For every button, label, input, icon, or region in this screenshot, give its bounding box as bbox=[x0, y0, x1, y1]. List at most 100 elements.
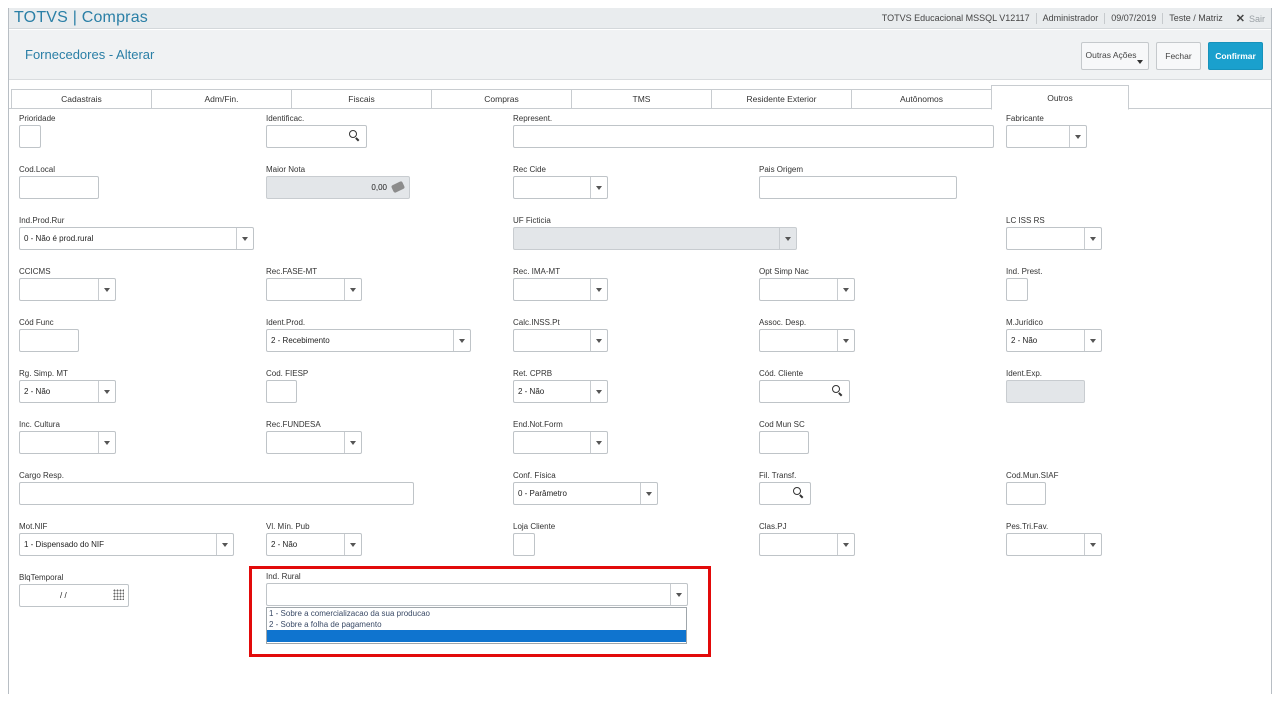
field-label: Cod Mun SC bbox=[759, 420, 805, 429]
chevron-down-icon[interactable] bbox=[590, 279, 607, 300]
fil-transf-input[interactable] bbox=[759, 482, 811, 505]
chevron-down-icon[interactable] bbox=[837, 330, 854, 351]
ccicms-select[interactable] bbox=[19, 278, 116, 301]
opt-simp-nac-select[interactable] bbox=[759, 278, 855, 301]
mot-nif-select[interactable]: 1 - Dispensado do NIF bbox=[19, 533, 234, 556]
field-label: Rec. IMA-MT bbox=[513, 267, 561, 276]
field-label: Calc.INSS.Pt bbox=[513, 318, 560, 327]
close-button[interactable]: Fechar bbox=[1156, 42, 1201, 70]
logout-button[interactable]: ✕ Sair bbox=[1229, 12, 1265, 25]
company-label[interactable]: Teste / Matriz bbox=[1163, 13, 1229, 24]
search-icon[interactable] bbox=[793, 487, 805, 499]
chevron-down-icon[interactable] bbox=[590, 432, 607, 453]
chevron-down-icon[interactable] bbox=[216, 534, 233, 555]
chevron-down-icon[interactable] bbox=[344, 534, 361, 555]
tab-cadastrais[interactable]: Cadastrais bbox=[11, 89, 152, 109]
search-icon[interactable] bbox=[832, 385, 844, 397]
prioridade-input[interactable] bbox=[19, 125, 41, 148]
cod-mun-sc-input[interactable] bbox=[759, 431, 809, 454]
blq-temporal-input[interactable]: / / bbox=[19, 584, 129, 607]
chevron-down-icon[interactable] bbox=[236, 228, 253, 249]
loja-cliente-input[interactable] bbox=[513, 533, 535, 556]
rg-simp-mt-select[interactable]: 2 - Não bbox=[19, 380, 116, 403]
chevron-down-icon[interactable] bbox=[1084, 330, 1101, 351]
field-label: Mot.NIF bbox=[19, 522, 48, 531]
cod-fiesp-input[interactable] bbox=[266, 380, 297, 403]
chevron-down-icon[interactable] bbox=[98, 432, 115, 453]
field-label: Cod.Mun.SIAF bbox=[1006, 471, 1059, 480]
field-label: Loja Cliente bbox=[513, 522, 556, 531]
pes-tri-fav-select[interactable] bbox=[1006, 533, 1102, 556]
tab-compras[interactable]: Compras bbox=[431, 89, 572, 109]
tab-outros[interactable]: Outros bbox=[991, 85, 1129, 110]
tab-bar: Cadastrais Adm/Fin. Fiscais Compras TMS … bbox=[11, 85, 1271, 110]
chevron-down-icon[interactable] bbox=[98, 381, 115, 402]
dropdown-option-selected[interactable] bbox=[267, 630, 686, 642]
chevron-down-icon[interactable] bbox=[837, 534, 854, 555]
fabricante-select[interactable] bbox=[1006, 125, 1087, 148]
field-label: Fabricante bbox=[1006, 114, 1044, 123]
ident-exp-input[interactable] bbox=[1006, 380, 1085, 403]
ret-cprb-select[interactable]: 2 - Não bbox=[513, 380, 608, 403]
confirm-button[interactable]: Confirmar bbox=[1208, 42, 1263, 70]
lc-iss-rs-select[interactable] bbox=[1006, 227, 1102, 250]
chevron-down-icon[interactable] bbox=[453, 330, 470, 351]
tab-adm-fin[interactable]: Adm/Fin. bbox=[151, 89, 292, 109]
cod-func-input[interactable] bbox=[19, 329, 79, 352]
field-label: Cód. Cliente bbox=[759, 369, 804, 378]
assoc-desp-select[interactable] bbox=[759, 329, 855, 352]
clas-pj-select[interactable] bbox=[759, 533, 855, 556]
field-label: Prioridade bbox=[19, 114, 56, 123]
tab-autonomos[interactable]: Autônomos bbox=[851, 89, 992, 109]
ind-prod-rur-select[interactable]: 0 - Não é prod.rural bbox=[19, 227, 254, 250]
chevron-down-icon[interactable] bbox=[590, 330, 607, 351]
uf-ficticia-select[interactable] bbox=[513, 227, 797, 250]
chevron-down-icon[interactable] bbox=[779, 228, 796, 249]
rec-fase-mt-select[interactable] bbox=[266, 278, 362, 301]
eraser-icon[interactable] bbox=[390, 180, 406, 194]
represent-input[interactable] bbox=[513, 125, 994, 148]
field-label: Fil. Transf. bbox=[759, 471, 797, 480]
maior-nota-input[interactable]: 0,00 bbox=[266, 176, 410, 199]
rec-cide-select[interactable] bbox=[513, 176, 608, 199]
ind-rural-select[interactable] bbox=[266, 583, 688, 606]
chevron-down-icon[interactable] bbox=[670, 584, 687, 605]
conf-fisica-select[interactable]: 0 - Parâmetro bbox=[513, 482, 658, 505]
chevron-down-icon[interactable] bbox=[344, 279, 361, 300]
chevron-down-icon[interactable] bbox=[590, 381, 607, 402]
chevron-down-icon[interactable] bbox=[1069, 126, 1086, 147]
cargo-resp-input[interactable] bbox=[19, 482, 414, 505]
tab-tms[interactable]: TMS bbox=[571, 89, 712, 109]
vl-min-pub-select[interactable]: 2 - Não bbox=[266, 533, 362, 556]
other-actions-button[interactable]: Outras Ações bbox=[1081, 42, 1149, 70]
chevron-down-icon[interactable] bbox=[1084, 534, 1101, 555]
pais-origem-input[interactable] bbox=[759, 176, 957, 199]
chevron-down-icon[interactable] bbox=[1084, 228, 1101, 249]
tab-residente-exterior[interactable]: Residente Exterior bbox=[711, 89, 852, 109]
m-juridico-select[interactable]: 2 - Não bbox=[1006, 329, 1102, 352]
page-title: Fornecedores - Alterar bbox=[25, 47, 155, 62]
chevron-down-icon[interactable] bbox=[98, 279, 115, 300]
chevron-down-icon[interactable] bbox=[590, 177, 607, 198]
field-label: LC ISS RS bbox=[1006, 216, 1045, 225]
chevron-down-icon[interactable] bbox=[837, 279, 854, 300]
ind-prest-input[interactable] bbox=[1006, 278, 1028, 301]
field-label: Assoc. Desp. bbox=[759, 318, 807, 327]
calc-inss-pt-select[interactable] bbox=[513, 329, 608, 352]
ident-prod-select[interactable]: 2 - Recebimento bbox=[266, 329, 471, 352]
end-not-form-select[interactable] bbox=[513, 431, 608, 454]
identificac-input[interactable] bbox=[266, 125, 367, 148]
cod-mun-siaf-input[interactable] bbox=[1006, 482, 1046, 505]
inc-cultura-select[interactable] bbox=[19, 431, 116, 454]
chevron-down-icon[interactable] bbox=[640, 483, 657, 504]
dropdown-option[interactable]: 1 - Sobre a comercializacao da sua produ… bbox=[267, 608, 686, 619]
calendar-icon[interactable] bbox=[113, 589, 124, 600]
cod-cliente-input[interactable] bbox=[759, 380, 850, 403]
cod-local-input[interactable] bbox=[19, 176, 99, 199]
rec-fundesa-select[interactable] bbox=[266, 431, 362, 454]
chevron-down-icon[interactable] bbox=[344, 432, 361, 453]
rec-ima-mt-select[interactable] bbox=[513, 278, 608, 301]
tab-fiscais[interactable]: Fiscais bbox=[291, 89, 432, 109]
dropdown-option[interactable]: 2 - Sobre a folha de pagamento bbox=[267, 619, 686, 630]
search-icon[interactable] bbox=[349, 130, 361, 142]
